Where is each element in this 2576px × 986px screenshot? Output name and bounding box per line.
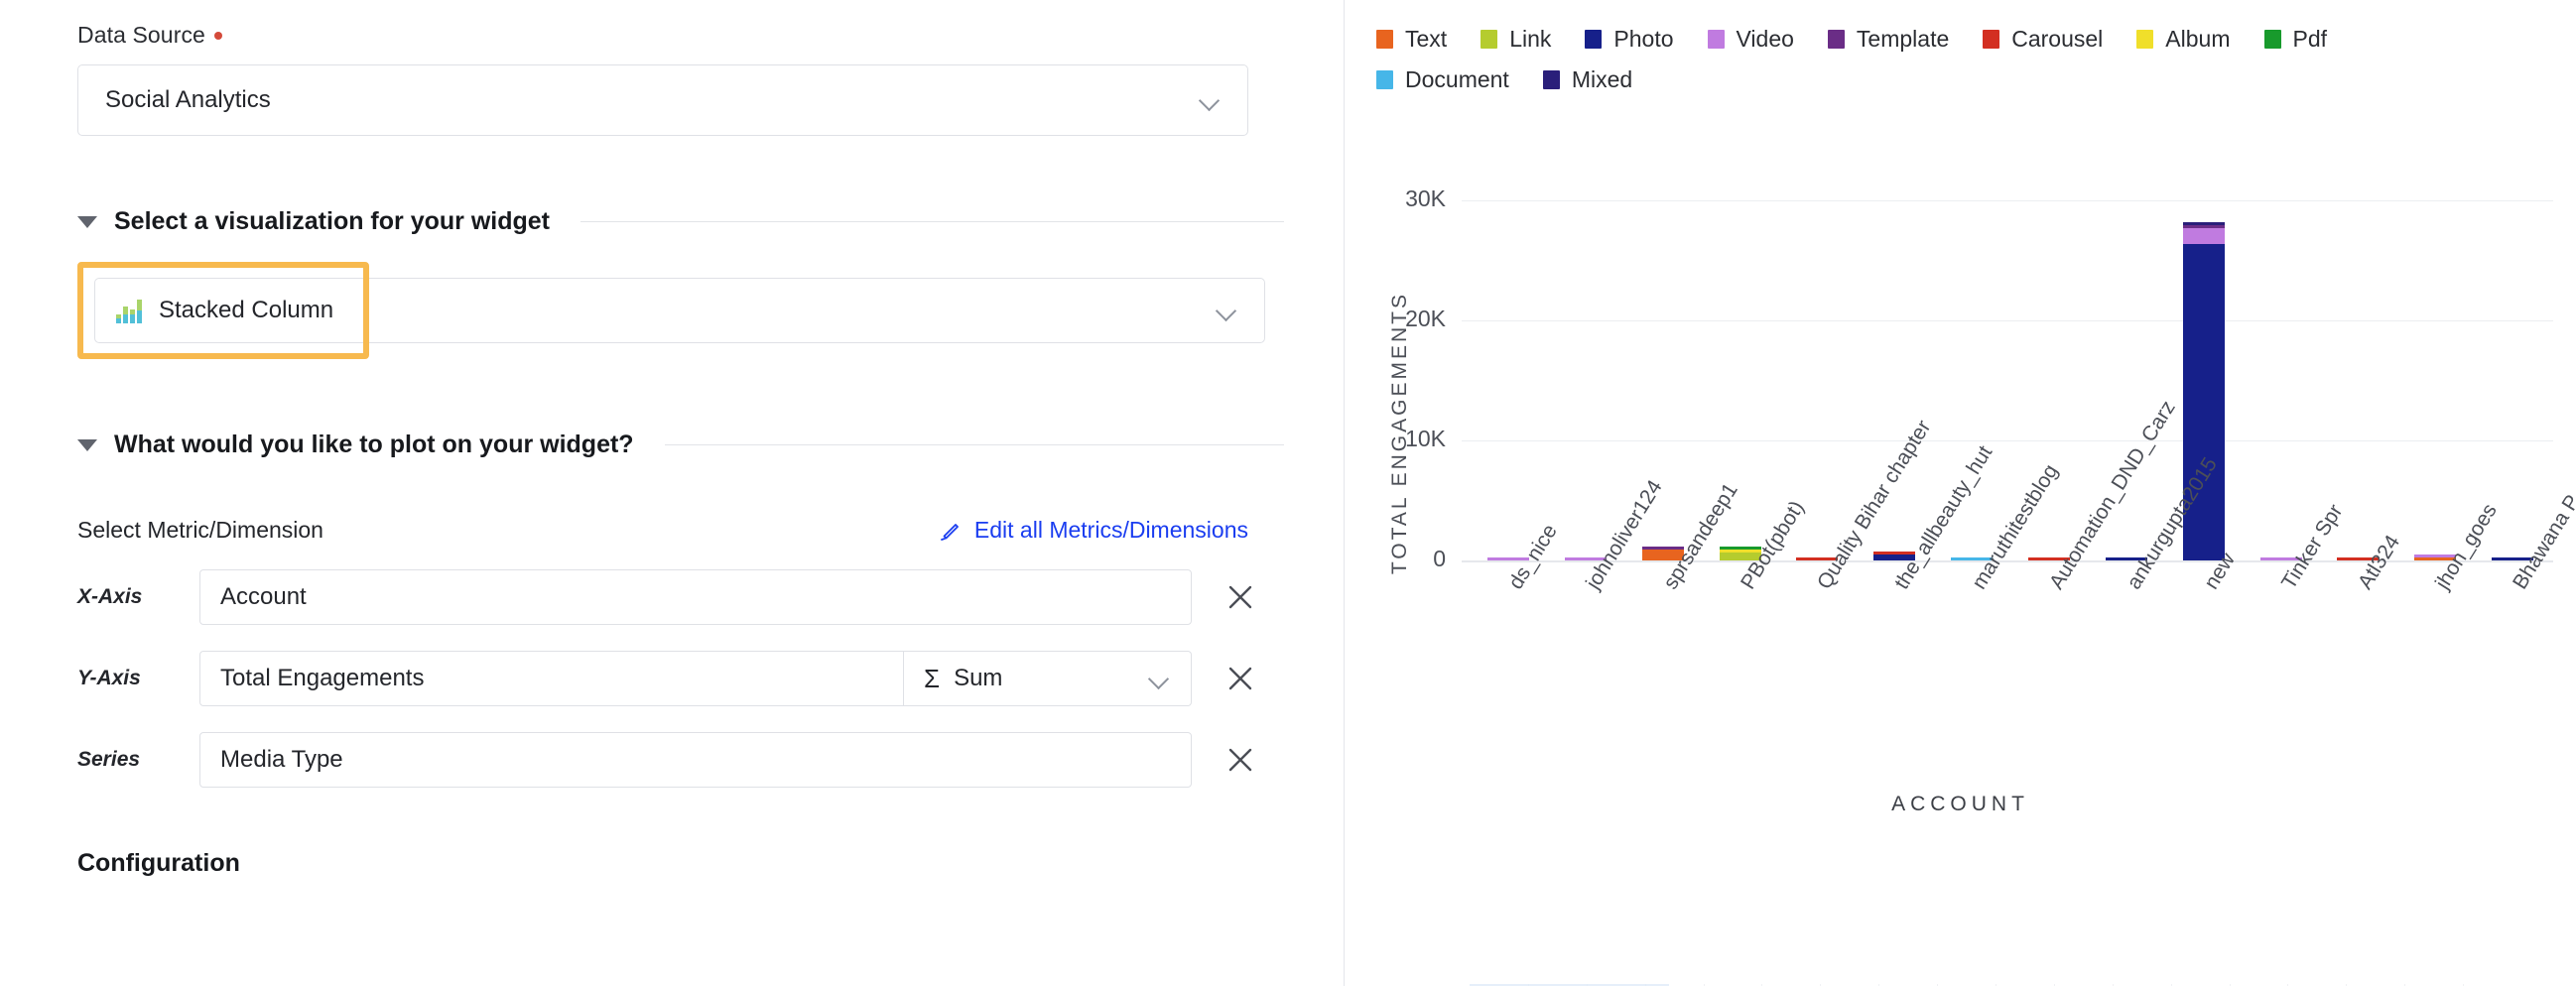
legend-label: Carousel <box>2011 26 2104 52</box>
visualization-section-title: Select a visualization for your widget <box>114 207 550 235</box>
visualization-value: Stacked Column <box>159 297 334 323</box>
legend-label: Album <box>2165 26 2231 52</box>
legend-item[interactable]: Template <box>1827 26 1950 53</box>
chart-bar[interactable] <box>1564 93 1607 560</box>
chart-area: TOTAL ENGAGEMENTS 0 10K 20K 30K ds_nice john… <box>1345 93 2576 986</box>
legend-swatch-icon <box>1542 70 1560 89</box>
data-source-label-text: Data Source <box>77 22 205 48</box>
legend-swatch-icon <box>1827 30 1845 49</box>
close-icon <box>1228 667 1252 690</box>
legend-swatch-icon <box>2136 30 2154 49</box>
legend-swatch-icon <box>1376 70 1393 89</box>
legend-item[interactable]: Carousel <box>1983 26 2103 53</box>
legend-label: Text <box>1405 26 1448 52</box>
chart-bar[interactable] <box>2414 93 2457 560</box>
chart-bar[interactable] <box>1796 93 1839 560</box>
legend-swatch-icon <box>1376 30 1393 49</box>
edit-all-metrics-dimensions-link[interactable]: Edit all Metrics/Dimensions <box>941 517 1248 544</box>
chart-bar-segment[interactable] <box>2182 228 2225 244</box>
x-axis-value: Account <box>220 583 307 610</box>
metric-dimension-header: Select Metric/Dimension Edit all Metrics… <box>77 517 1248 544</box>
chevron-down-icon <box>1217 300 1238 321</box>
metric-row-x-axis: X-Axis Account <box>77 569 1293 625</box>
plot-section-title: What would you like to plot on your widg… <box>114 431 634 458</box>
data-source-value: Social Analytics <box>105 86 271 113</box>
legend-item[interactable]: Pdf <box>2263 26 2328 53</box>
metric-row-series: Series Media Type <box>77 732 1293 788</box>
remove-series-button[interactable] <box>1218 746 1263 774</box>
data-source-select[interactable]: Social Analytics <box>77 64 1248 136</box>
legend-item[interactable]: Link <box>1481 26 1551 53</box>
legend-swatch-icon <box>1707 30 1725 49</box>
x-axis-label: X-Axis <box>77 585 143 608</box>
series-value: Media Type <box>220 746 343 773</box>
metric-row-y-axis: Y-Axis Total Engagements Σ Sum <box>77 651 1293 706</box>
required-indicator-icon <box>213 31 222 40</box>
chart-bar[interactable] <box>2492 93 2534 560</box>
legend-label: Document <box>1405 66 1509 92</box>
chevron-down-icon <box>1149 668 1171 689</box>
sigma-icon: Σ <box>924 663 941 693</box>
visualization-select-wrapper: Stacked Column <box>77 262 1284 359</box>
legend-label: Template <box>1856 26 1950 52</box>
section-divider <box>664 444 1284 445</box>
y-axis-tick-label: 20K <box>1405 306 1446 331</box>
y-axis-tick-label: 30K <box>1405 185 1446 211</box>
x-axis-tick-labels: ds_nice johnoliver124 sprsandeep1 PBot(pbot… <box>1345 397 2576 796</box>
y-axis-aggregation-select[interactable]: Σ Sum <box>904 651 1192 706</box>
chart-legend: Text Link Photo Video Template Carousel Album P… <box>1345 0 2486 93</box>
y-axis-value: Total Engagements <box>220 665 425 691</box>
legend-item[interactable]: Photo <box>1585 26 1674 53</box>
legend-item[interactable]: Document <box>1376 66 1509 93</box>
legend-swatch-icon <box>1481 30 1498 49</box>
legend-item[interactable]: Album <box>2136 26 2231 53</box>
close-icon <box>1228 585 1252 609</box>
chart-preview-panel: Text Link Photo Video Template Carousel Album P… <box>1345 0 2576 986</box>
legend-swatch-icon <box>1983 30 2000 49</box>
section-divider <box>580 221 1284 222</box>
remove-y-axis-button[interactable] <box>1218 665 1263 692</box>
y-axis-tick-label: 10K <box>1405 426 1446 451</box>
legend-label: Pdf <box>2292 26 2328 52</box>
legend-label: Mixed <box>1571 66 1633 92</box>
remove-x-axis-button[interactable] <box>1218 583 1263 611</box>
y-axis-label: Y-Axis <box>77 667 141 689</box>
legend-item[interactable]: Video <box>1707 26 1794 53</box>
x-axis-field[interactable]: Account <box>199 569 1192 625</box>
chart-bar[interactable] <box>1486 93 1529 560</box>
data-source-label: Data Source <box>77 22 1284 49</box>
caret-down-icon[interactable] <box>77 215 97 228</box>
widget-config-panel: Data Source Social Analytics Select a vi… <box>0 0 1345 986</box>
legend-label: Video <box>1736 26 1794 52</box>
chart-plot-bars <box>1470 93 2551 569</box>
x-axis-title: ACCOUNT <box>1891 793 2029 815</box>
widget-builder-screen: Data Source Social Analytics Select a vi… <box>0 0 2576 986</box>
legend-item[interactable]: Text <box>1376 26 1447 53</box>
caret-down-icon[interactable] <box>77 438 97 451</box>
visualization-select[interactable]: Stacked Column <box>94 278 1265 343</box>
y-axis-aggregation-value: Sum <box>954 665 1003 691</box>
plot-section-header[interactable]: What would you like to plot on your widg… <box>77 431 1284 459</box>
series-field[interactable]: Media Type <box>199 732 1192 788</box>
y-axis-field[interactable]: Total Engagements <box>199 651 904 706</box>
pencil-icon <box>941 523 959 541</box>
legend-swatch-icon <box>2263 30 2281 49</box>
chart-bar[interactable] <box>2259 93 2302 560</box>
select-metric-dimension-label: Select Metric/Dimension <box>77 517 323 543</box>
configuration-section-title: Configuration <box>77 849 240 877</box>
legend-item[interactable]: Mixed <box>1542 66 1633 93</box>
legend-swatch-icon <box>1585 30 1603 49</box>
edit-all-metrics-dimensions-text: Edit all Metrics/Dimensions <box>973 517 1248 543</box>
legend-label: Photo <box>1613 26 1674 52</box>
visualization-section-header[interactable]: Select a visualization for your widget <box>77 207 1284 236</box>
chevron-down-icon <box>1200 89 1222 111</box>
close-icon <box>1228 748 1252 772</box>
legend-label: Link <box>1509 26 1552 52</box>
chart-bar[interactable] <box>2337 93 2380 560</box>
stacked-column-icon <box>116 300 142 323</box>
series-label: Series <box>77 748 141 771</box>
